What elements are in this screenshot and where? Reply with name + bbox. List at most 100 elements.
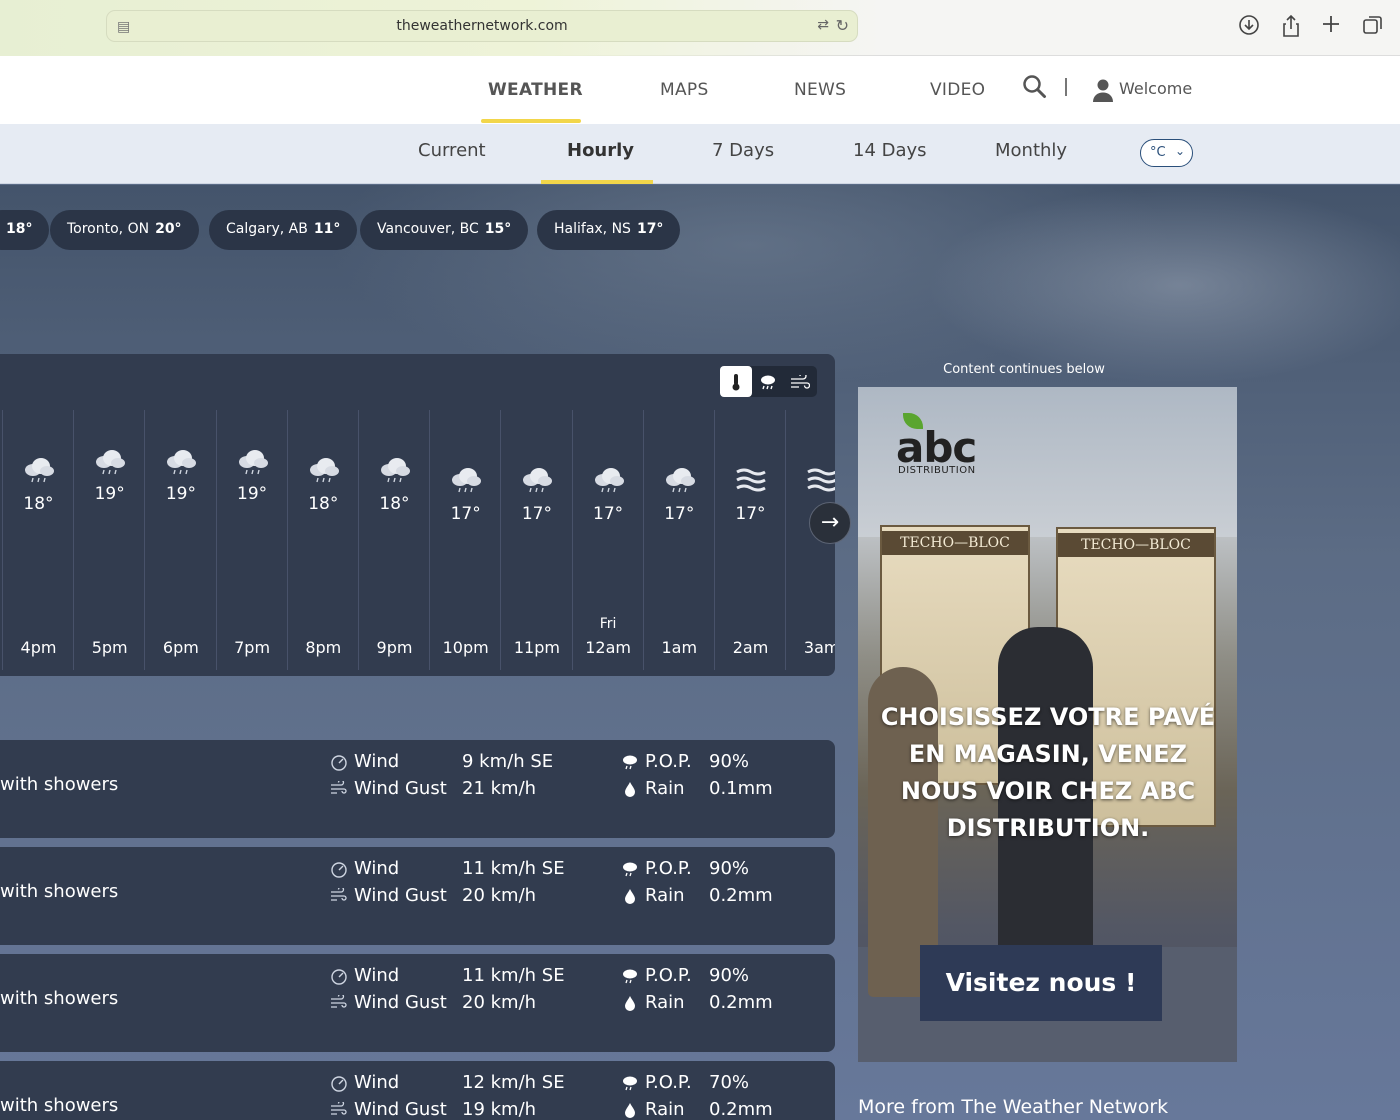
ad-logo-sub: DISTRIBUTION	[898, 465, 976, 476]
user-icon[interactable]	[1092, 78, 1114, 102]
wind-gust-label: Wind Gust	[354, 885, 447, 906]
hour-column: 18° 9pm	[358, 410, 429, 670]
rain-cloud-icon	[662, 466, 698, 496]
welcome-link[interactable]: Welcome	[1119, 79, 1192, 98]
city-pill-halifax[interactable]: Halifax, NS 17°	[537, 210, 681, 250]
rain-value: 0.1mm	[709, 778, 773, 799]
tab-hourly[interactable]: Hourly	[567, 140, 634, 161]
rain-value: 0.2mm	[709, 992, 773, 1013]
rain-value: 0.2mm	[709, 1099, 773, 1120]
condition-text: with showers	[0, 1095, 119, 1116]
rain-cloud-icon	[21, 456, 57, 486]
raindrop-icon	[624, 888, 636, 908]
share-icon[interactable]	[1278, 14, 1304, 40]
more-heading: More from The Weather Network	[858, 1096, 1169, 1118]
rain-label: Rain	[645, 992, 685, 1013]
city-pill-calgary[interactable]: Calgary, AB 11°	[209, 210, 358, 250]
reload-icon[interactable]: ↻	[836, 16, 849, 35]
download-icon[interactable]	[1236, 14, 1262, 40]
hour-temp: 17°	[735, 504, 766, 524]
tab-overview-icon[interactable]	[1360, 14, 1386, 40]
hour-time: 5pm	[91, 638, 128, 657]
wind-gust-icon	[330, 1100, 348, 1120]
raindrop-icon	[624, 1102, 636, 1120]
ad-cta-button[interactable]: Visitez nous !	[920, 945, 1162, 1021]
rain-cloud-icon[interactable]	[752, 366, 784, 397]
wind-value: 11 km/h SE	[462, 858, 565, 879]
pop-value: 90%	[709, 858, 750, 879]
nav-weather[interactable]: WEATHER	[488, 80, 583, 100]
pop-label: P.O.P.	[645, 965, 692, 986]
wind-gust-value: 20 km/h	[462, 992, 537, 1013]
wind-gust-label: Wind Gust	[354, 992, 447, 1013]
thermometer-icon[interactable]	[720, 366, 752, 397]
detail-row[interactable]: with showers Wind 11 km/h SE Wind Gust 20 km…	[0, 954, 835, 1052]
browser-toolbar: ▤ theweathernetwork.com ⇄ ↻	[0, 0, 1400, 56]
wind-value: 11 km/h SE	[462, 965, 565, 986]
nav-news[interactable]: NEWS	[794, 80, 846, 100]
fog-icon	[733, 466, 769, 496]
hour-column: 17° Fri 12am	[571, 410, 643, 670]
rain-cloud-icon	[306, 456, 342, 486]
new-tab-icon[interactable]	[1318, 14, 1344, 40]
hour-column: 18° 8pm	[286, 410, 358, 670]
tab-current[interactable]: Current	[418, 140, 486, 161]
pallet-brand: TECHO—BLOC	[1058, 533, 1214, 557]
condition-text: with showers	[0, 988, 119, 1009]
hour-time: 9pm	[376, 638, 413, 657]
sub-nav: Current Hourly 7 Days 14 Days Monthly °C…	[0, 124, 1400, 184]
translate-icon[interactable]: ⇄	[817, 17, 829, 33]
tab-7-days[interactable]: 7 Days	[712, 140, 774, 161]
search-icon[interactable]	[1022, 74, 1050, 102]
ad-label: Content continues below	[943, 362, 1105, 377]
unit-selector[interactable]: °C ⌄	[1140, 139, 1193, 167]
rain-label: Rain	[645, 778, 685, 799]
city-pill[interactable]: 18°	[0, 210, 50, 250]
hour-time: 6pm	[162, 638, 199, 657]
wind-icon	[330, 861, 348, 883]
url-text[interactable]: theweathernetwork.com	[107, 18, 857, 34]
nav-separator	[1065, 78, 1067, 96]
detail-row[interactable]: with showers Wind 11 km/h SE Wind Gust 20 km…	[0, 847, 835, 945]
hour-time: 8pm	[305, 638, 342, 657]
tab-monthly[interactable]: Monthly	[995, 140, 1067, 161]
wind-gust-value: 20 km/h	[462, 885, 537, 906]
chevron-down-icon: ⌄	[1174, 144, 1185, 158]
hour-temp: 17°	[450, 504, 481, 524]
rain-label: Rain	[645, 1099, 685, 1120]
hour-column: 17° 1am	[642, 410, 714, 670]
hour-time: 1am	[661, 638, 698, 657]
ad-headline: CHOISISSEZ VOTRE PAVÉ EN MAGASIN, VENEZ …	[880, 703, 1216, 842]
advertisement[interactable]: abc DISTRIBUTION TECHO—BLOC TECHO—BLOC C…	[858, 387, 1237, 1062]
pop-label: P.O.P.	[645, 1072, 692, 1093]
condition-text: with showers	[0, 774, 119, 795]
detail-row[interactable]: with showers Wind 9 km/h SE Wind Gust 21 km/…	[0, 740, 835, 838]
next-arrow-button[interactable]: →	[809, 502, 851, 544]
condition-text: with showers	[0, 881, 119, 902]
city-pill-vancouver[interactable]: Vancouver, BC 15°	[360, 210, 529, 250]
wind-gust-icon	[330, 993, 348, 1013]
nav-video[interactable]: VIDEO	[930, 80, 985, 100]
metric-toggle	[720, 366, 817, 397]
city-temp: 11°	[313, 221, 341, 237]
rain-cloud-icon	[448, 466, 484, 496]
wind-value: 12 km/h SE	[462, 1072, 565, 1093]
wind-gust-value: 19 km/h	[462, 1099, 537, 1120]
tab-active-indicator	[541, 180, 653, 184]
hour-temp: 17°	[593, 504, 624, 524]
wind-icon[interactable]	[784, 366, 816, 397]
tab-14-days[interactable]: 14 Days	[853, 140, 927, 161]
nav-maps[interactable]: MAPS	[660, 80, 709, 100]
pop-value: 90%	[709, 751, 750, 772]
hour-temp: 18°	[308, 494, 339, 514]
rain-value: 0.2mm	[709, 885, 773, 906]
pop-value: 90%	[709, 965, 750, 986]
hour-temp: 19°	[94, 484, 125, 504]
city-name: Vancouver, BC	[377, 221, 479, 237]
detail-row[interactable]: with showers Wind 12 km/h SE Wind Gust 19 km…	[0, 1061, 835, 1120]
wind-icon	[330, 968, 348, 990]
address-bar[interactable]: ▤ theweathernetwork.com ⇄ ↻	[106, 10, 858, 42]
city-pill-toronto[interactable]: Toronto, ON 20°	[50, 210, 199, 250]
hour-temp: 19°	[165, 484, 196, 504]
hour-column: 19° 7pm	[215, 410, 287, 670]
